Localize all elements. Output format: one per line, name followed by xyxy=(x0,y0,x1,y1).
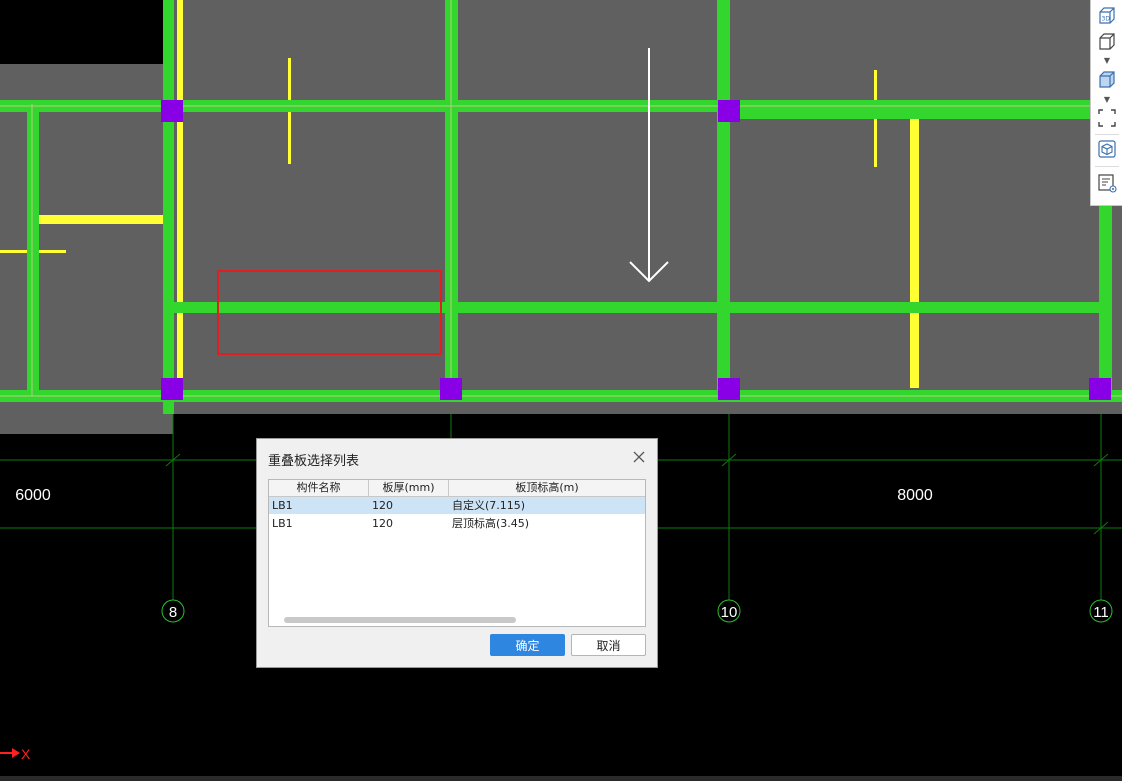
column-header-elevation[interactable]: 板顶标高(m) xyxy=(449,480,645,496)
axis-label-11: 11 xyxy=(1093,604,1109,621)
list-item[interactable]: LB1 120 自定义(7.115) xyxy=(269,497,645,514)
slab-region-left-lower xyxy=(0,64,173,434)
list-header: 构件名称 板厚(mm) 板顶标高(m) xyxy=(269,480,645,497)
cell-thickness: 120 xyxy=(372,499,393,512)
x-axis-label: X xyxy=(21,746,31,762)
column-header-thickness[interactable]: 板厚(mm) xyxy=(369,480,449,496)
chevron-down-icon[interactable]: ▼ xyxy=(1101,96,1113,104)
3d-view-icon[interactable]: 3D xyxy=(1095,4,1119,28)
horizontal-scrollbar[interactable] xyxy=(284,617,516,623)
close-icon[interactable] xyxy=(631,449,647,465)
toolbar-divider xyxy=(1095,134,1119,135)
axis-bubble-11: 11 xyxy=(1089,599,1113,623)
column-header-name[interactable]: 构件名称 xyxy=(269,480,369,496)
toolbar-divider xyxy=(1095,166,1119,167)
chevron-down-icon[interactable]: ▼ xyxy=(1101,57,1113,65)
axis-bubble-8: 8 xyxy=(161,599,185,623)
x-axis-indicator: X xyxy=(0,746,31,762)
overlap-slab-dialog: 重叠板选择列表 构件名称 板厚(mm) 板顶标高(m) LB1 120 自定义(… xyxy=(256,438,658,668)
cell-thickness: 120 xyxy=(372,517,393,530)
bottom-status-strip xyxy=(0,776,1122,781)
ok-button[interactable]: 确定 xyxy=(490,634,565,656)
cancel-button[interactable]: 取消 xyxy=(571,634,646,656)
slab-list[interactable]: 构件名称 板厚(mm) 板顶标高(m) LB1 120 自定义(7.115) L… xyxy=(268,479,646,627)
view-toolbar: 3D ▼ ▼ xyxy=(1090,0,1122,206)
box-wireframe-icon[interactable] xyxy=(1095,30,1119,54)
display-settings-icon[interactable] xyxy=(1095,171,1119,195)
dialog-title: 重叠板选择列表 xyxy=(268,454,360,469)
axis-label-10: 10 xyxy=(721,604,738,621)
cube-outline-icon[interactable] xyxy=(1095,137,1119,161)
box-solid-icon[interactable] xyxy=(1095,68,1119,92)
fullscreen-icon[interactable] xyxy=(1095,106,1119,130)
dimension-text-right: 8000 xyxy=(897,487,933,504)
dimension-text-left: 6000 xyxy=(15,487,51,504)
list-item[interactable]: LB1 120 层顶标高(3.45) xyxy=(269,515,645,532)
svg-text:3D: 3D xyxy=(1102,16,1111,23)
cell-elevation: 自定义(7.115) xyxy=(452,499,526,512)
cell-name: LB1 xyxy=(272,517,293,530)
cell-elevation: 层顶标高(3.45) xyxy=(452,517,530,530)
cell-name: LB1 xyxy=(272,499,293,512)
slab-region-main xyxy=(163,0,1090,414)
axis-bubble-10: 10 xyxy=(717,599,741,623)
axis-label-8: 8 xyxy=(169,604,177,621)
